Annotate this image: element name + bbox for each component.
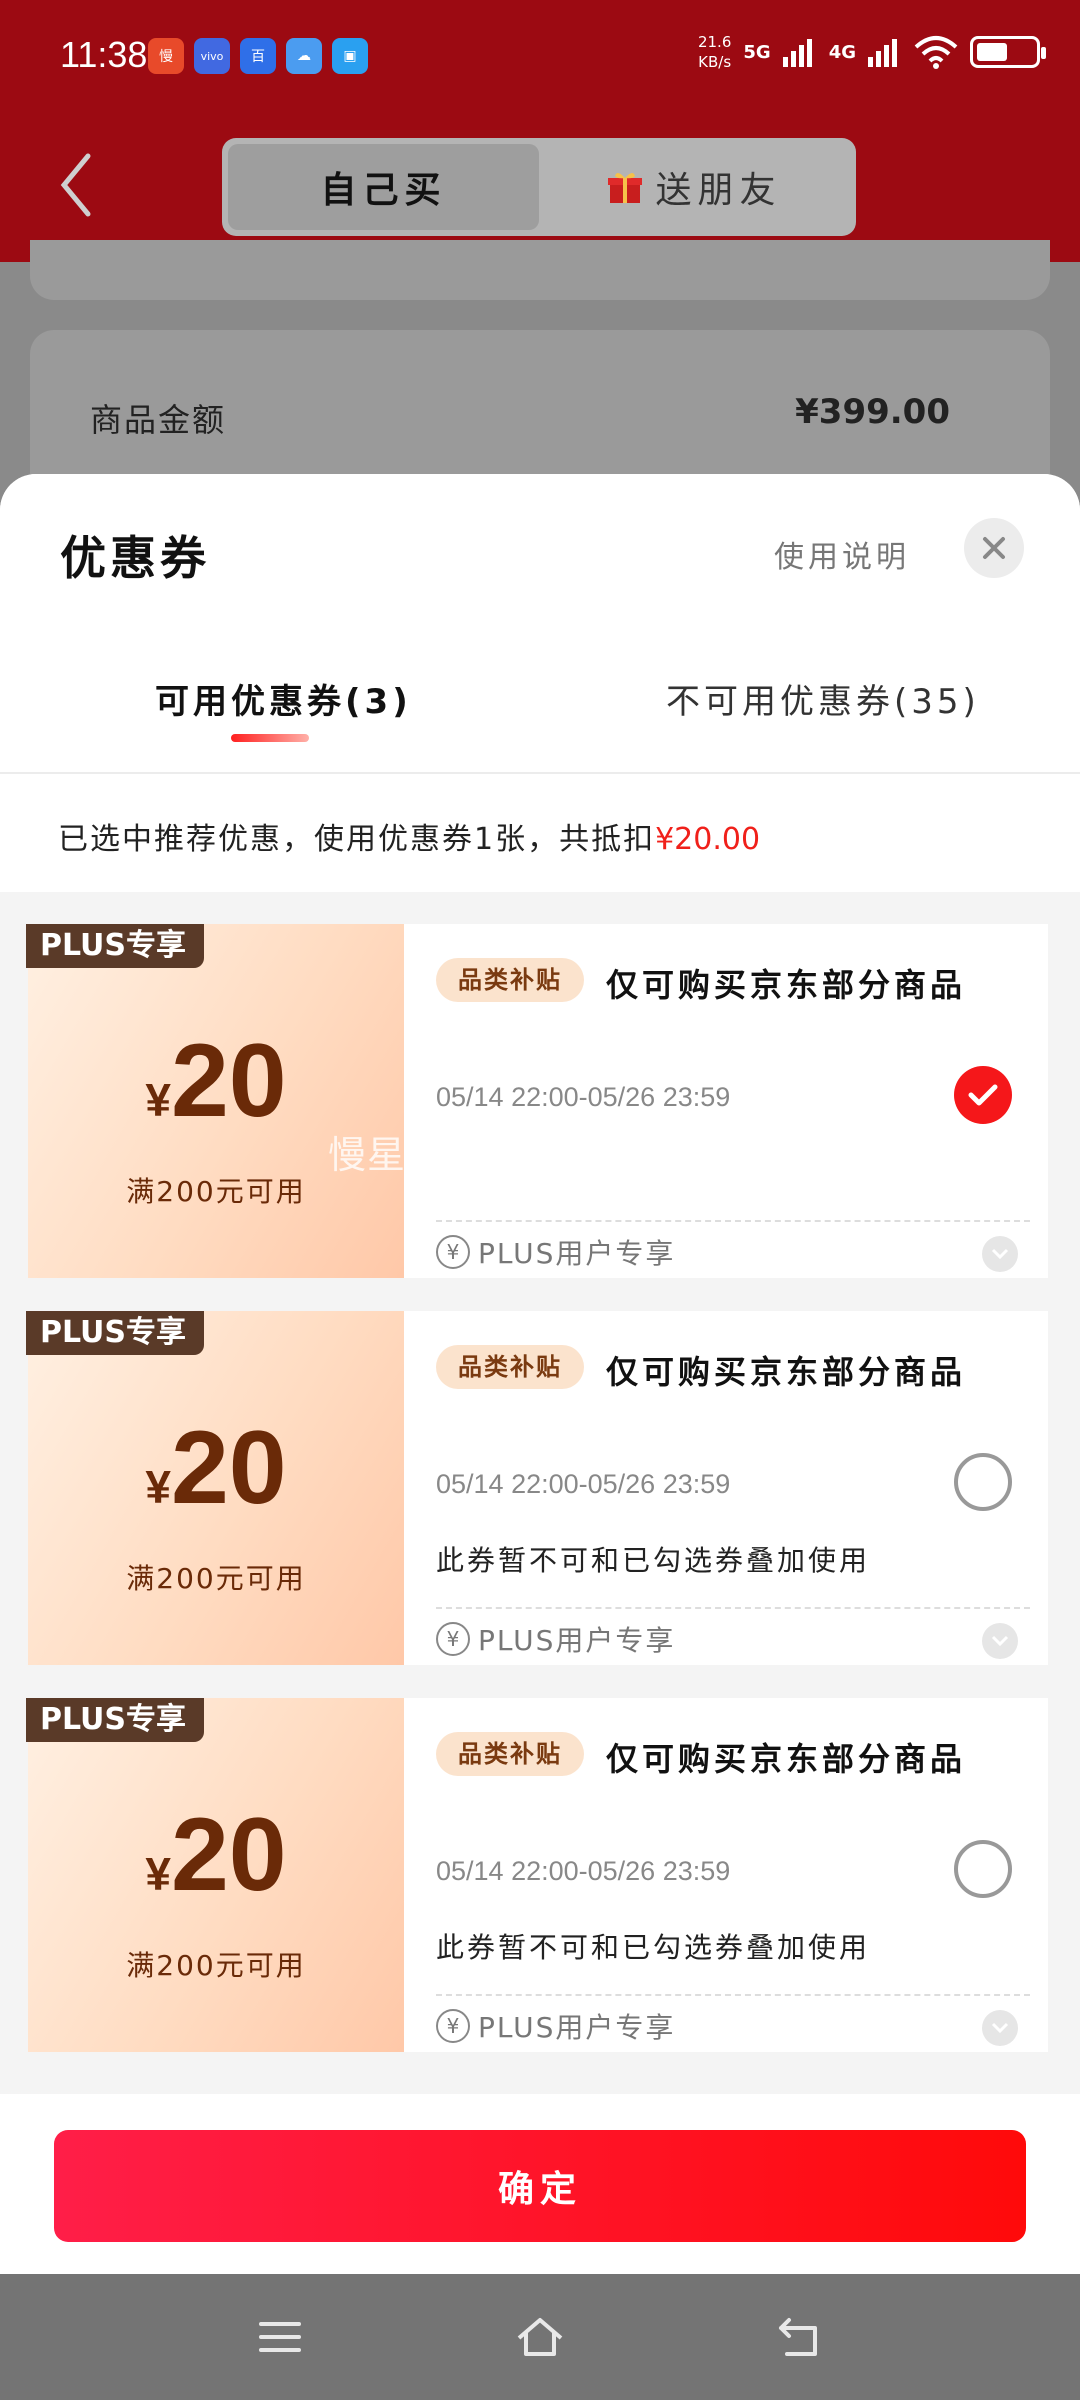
coupon-value-panel: PLUS专享 ¥20 满200元可用 bbox=[22, 924, 404, 1278]
coupon-sheet-header: 优惠券 使用说明 可用优惠券(3) 不可用优惠券(35) 已选中推荐优惠，使用优… bbox=[0, 474, 1080, 892]
close-icon bbox=[983, 537, 1005, 559]
coupon-footer: ¥ PLUS用户专享 bbox=[436, 2006, 675, 2046]
confirm-button[interactable]: 确定 bbox=[54, 2130, 1026, 2242]
app-icon-window: ▣ bbox=[332, 38, 368, 74]
battery-icon bbox=[970, 36, 1046, 68]
summary-text: 已选中推荐优惠，使用优惠券1张，共抵扣 bbox=[58, 822, 656, 857]
coupon-divider bbox=[436, 1607, 1030, 1609]
expand-details-button[interactable] bbox=[982, 2010, 1018, 2046]
coupon-amount-value: 20 bbox=[170, 1023, 287, 1139]
coupon-value-panel: PLUS专享 ¥20 满200元可用 bbox=[22, 1698, 404, 2052]
category-subsidy-tag: 品类补贴 bbox=[436, 1345, 584, 1389]
yen-circle-icon: ¥ bbox=[436, 1622, 470, 1656]
coupon-card[interactable]: PLUS专享 ¥20 满200元可用 品类补贴 仅可购买京东部分商品 05/14… bbox=[22, 1698, 1048, 2052]
coupon-validity: 05/14 22:00-05/26 23:59 bbox=[436, 1856, 731, 1886]
chevron-down-icon bbox=[991, 2022, 1009, 2034]
tab-divider bbox=[0, 772, 1080, 774]
coupon-checkbox[interactable] bbox=[954, 1840, 1012, 1898]
category-subsidy-tag: 品类补贴 bbox=[436, 958, 584, 1002]
coupon-footer-text: PLUS用户专享 bbox=[478, 1624, 676, 1657]
category-subsidy-tag: 品类补贴 bbox=[436, 1732, 584, 1776]
coupon-footer: ¥ PLUS用户专享 bbox=[436, 1232, 675, 1272]
close-button[interactable] bbox=[964, 518, 1024, 578]
network-speed: 21.6 KB/s bbox=[698, 32, 731, 72]
app-icon-manxingren: 慢 bbox=[148, 38, 184, 74]
order-card-top bbox=[30, 240, 1050, 300]
coupon-condition: 满200元可用 bbox=[126, 1562, 306, 1595]
coupon-amount: ¥20 bbox=[28, 1409, 404, 1528]
coupon-title: 仅可购买京东部分商品 bbox=[606, 1740, 967, 1778]
page-header: 11:38 慢 vivo 百 ☁ ▣ 21.6 KB/s 5G 4G 自己买 送… bbox=[0, 0, 1080, 262]
coupon-yen: ¥ bbox=[145, 1848, 171, 1900]
app-icon-weather: ☁ bbox=[286, 38, 322, 74]
expand-details-button[interactable] bbox=[982, 1623, 1018, 1659]
signal-icon bbox=[782, 39, 812, 67]
gift-icon bbox=[608, 172, 643, 203]
watermark-text: 慢星人6975046UQ bbox=[328, 1133, 681, 1177]
chevron-down-icon bbox=[991, 1248, 1009, 1260]
home-icon[interactable] bbox=[515, 2312, 565, 2362]
signal-icon-2 bbox=[868, 39, 897, 67]
yen-circle-icon: ¥ bbox=[436, 1235, 470, 1269]
coupon-amount-value: 20 bbox=[170, 1797, 287, 1913]
goods-amount-value: ¥399.00 bbox=[795, 392, 950, 432]
return-icon[interactable] bbox=[775, 2312, 825, 2362]
coupon-yen: ¥ bbox=[145, 1461, 171, 1513]
system-nav-bar bbox=[0, 2274, 1080, 2400]
wifi-icon bbox=[914, 36, 958, 69]
check-icon bbox=[968, 1084, 998, 1106]
status-indicators: 21.6 KB/s 5G 4G bbox=[698, 32, 1046, 72]
app-icon-baidu: 百 bbox=[240, 38, 276, 74]
coupon-stacking-note: 此券暂不可和已勾选券叠加使用 bbox=[436, 1544, 871, 1577]
net-5g-label: 5G bbox=[743, 41, 771, 63]
sheet-title: 优惠券 bbox=[60, 531, 210, 585]
tab-gift-friend-label: 送朋友 bbox=[655, 170, 782, 211]
coupon-stacking-note: 此券暂不可和已勾选券叠加使用 bbox=[436, 1931, 871, 1964]
coupon-sheet: 优惠券 使用说明 可用优惠券(3) 不可用优惠券(35) 已选中推荐优惠，使用优… bbox=[0, 474, 1080, 2274]
expand-details-button[interactable] bbox=[982, 1236, 1018, 1272]
tab-available-coupons[interactable]: 可用优惠券(3) bbox=[155, 674, 412, 723]
coupon-card[interactable]: PLUS专享 ¥20 满200元可用 品类补贴 仅可购买京东部分商品 05/14… bbox=[22, 1311, 1048, 1665]
network-speed-value: 21.6 bbox=[697, 33, 732, 51]
yen-circle-icon: ¥ bbox=[436, 2009, 470, 2043]
coupon-checkbox-selected[interactable] bbox=[954, 1066, 1012, 1124]
selection-summary: 已选中推荐优惠，使用优惠券1张，共抵扣¥20.00 bbox=[58, 814, 760, 858]
active-tab-indicator bbox=[231, 734, 309, 742]
purchase-mode-switch: 自己买 送朋友 bbox=[222, 138, 856, 236]
tab-gift-friend[interactable]: 送朋友 bbox=[539, 144, 850, 230]
coupon-footer-text: PLUS用户专享 bbox=[478, 1237, 676, 1270]
menu-icon[interactable] bbox=[255, 2312, 305, 2362]
goods-amount-label: 商品金额 bbox=[90, 401, 227, 439]
coupon-card[interactable]: PLUS专享 ¥20 满200元可用 品类补贴 仅可购买京东部分商品 05/14… bbox=[22, 924, 1048, 1278]
coupon-divider bbox=[436, 1220, 1030, 1222]
chevron-down-icon bbox=[991, 1635, 1009, 1647]
network-speed-unit: KB/s bbox=[698, 53, 732, 71]
back-chevron-left-icon[interactable] bbox=[56, 150, 96, 220]
plus-badge: PLUS专享 bbox=[26, 1698, 205, 1742]
coupon-title: 仅可购买京东部分商品 bbox=[606, 1353, 967, 1391]
tab-buy-self[interactable]: 自己买 bbox=[228, 144, 539, 230]
tab-unavailable-coupons[interactable]: 不可用优惠券(35) bbox=[666, 674, 980, 723]
coupon-checkbox[interactable] bbox=[954, 1453, 1012, 1511]
coupon-divider bbox=[436, 1994, 1030, 1996]
coupon-validity: 05/14 22:00-05/26 23:59 bbox=[436, 1082, 731, 1112]
summary-amount: ¥20.00 bbox=[655, 822, 761, 857]
confirm-bar: 确定 bbox=[0, 2094, 1080, 2274]
net-4g-label: 4G bbox=[828, 41, 856, 63]
coupon-value-panel: PLUS专享 ¥20 满200元可用 bbox=[22, 1311, 404, 1665]
plus-badge: PLUS专享 bbox=[26, 924, 205, 968]
app-icon-vivo: vivo bbox=[194, 38, 230, 74]
coupon-condition: 满200元可用 bbox=[126, 1949, 306, 1982]
status-app-icons: 慢 vivo 百 ☁ ▣ bbox=[148, 38, 368, 74]
coupon-amount: ¥20 bbox=[28, 1796, 404, 1915]
coupon-validity: 05/14 22:00-05/26 23:59 bbox=[436, 1469, 731, 1499]
coupon-footer: ¥ PLUS用户专享 bbox=[436, 1619, 675, 1659]
coupon-title: 仅可购买京东部分商品 bbox=[606, 966, 967, 1004]
coupon-yen: ¥ bbox=[145, 1074, 171, 1126]
status-time: 11:38 bbox=[60, 34, 148, 75]
plus-badge: PLUS专享 bbox=[26, 1311, 205, 1355]
coupon-footer-text: PLUS用户专享 bbox=[478, 2011, 676, 2044]
usage-instructions-link[interactable]: 使用说明 bbox=[774, 532, 910, 576]
coupon-amount-value: 20 bbox=[170, 1410, 287, 1526]
